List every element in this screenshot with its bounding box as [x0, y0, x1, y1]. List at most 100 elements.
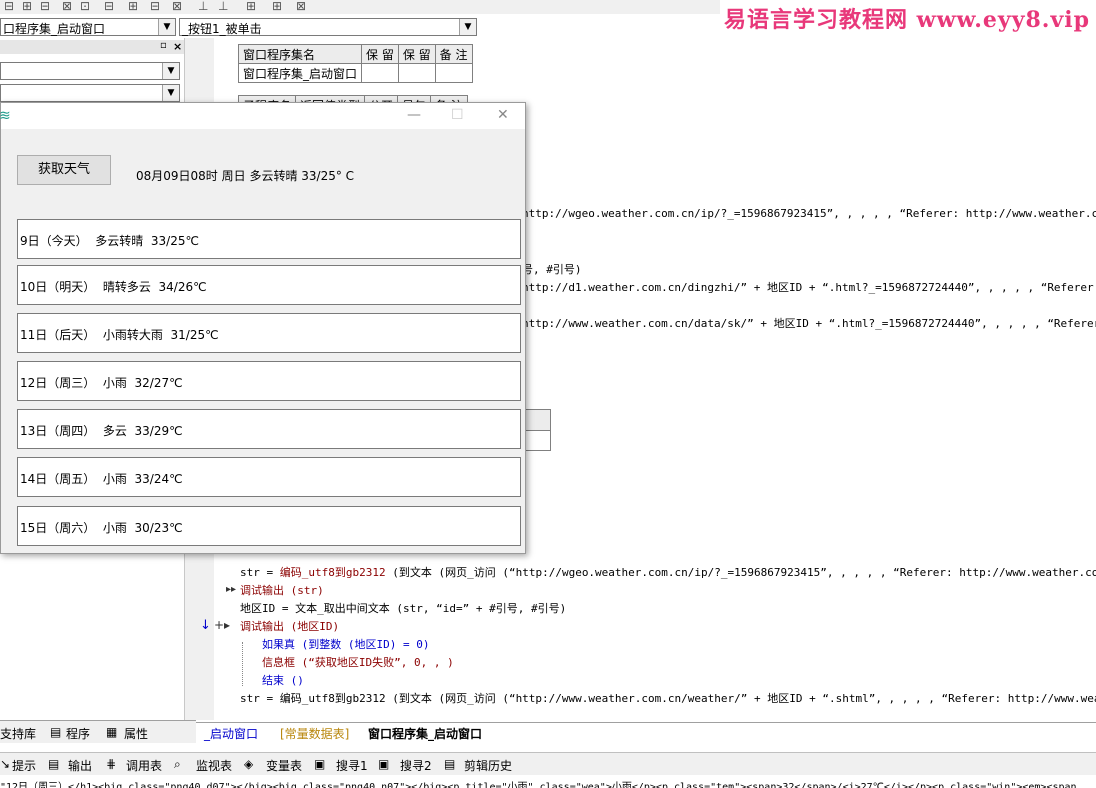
code-line[interactable]: 号, #引号) — [522, 261, 582, 277]
code-line[interactable]: 调试输出 (地区ID) — [240, 618, 339, 634]
weather-window-titlebar[interactable]: ≋ — ☐ ✕ — [0, 103, 525, 129]
forecast-box[interactable]: 10日（明天） 晴转多云 34/26℃ — [17, 265, 521, 305]
code-line[interactable]: str = 编码_utf8到gb2312 (到文本 (网页_访问 (“http:… — [240, 690, 1096, 706]
module-table: 窗口程序集名 保 留 保 留 备 注 窗口程序集_启动窗口 — [237, 44, 473, 83]
tab-program[interactable]: 程序 — [66, 725, 90, 742]
tab-output[interactable]: 输出 — [68, 757, 92, 774]
output-text: "12日（周三）</h1><big class="png40 d07"></bi… — [0, 782, 1077, 788]
align-bottom-icon[interactable]: ⊟ — [104, 0, 114, 12]
code-token: 编码_utf8到gb2312 — [279, 566, 386, 579]
tab-constants[interactable]: [常量数据表] — [280, 725, 349, 742]
tab-module[interactable]: 窗口程序集_启动窗口 — [368, 725, 482, 742]
code-line[interactable]: http://d1.weather.com.cn/dingzhi/” + 地区I… — [522, 279, 1096, 295]
code-line[interactable]: 地区ID = 文本_取出中间文本 (str, “id=” + #引号, #引号) — [240, 600, 566, 616]
calltable-icon: ⋕ — [106, 757, 117, 771]
table-cell[interactable]: 窗口程序集_启动窗口 — [237, 63, 363, 83]
left-tabs: 支持库 ▤ 程序 ▦ 属性 — [0, 720, 196, 743]
code-line[interactable]: str = 编码_utf8到gb2312 (到文本 (网页_访问 (“http:… — [240, 564, 1096, 580]
table-header: 保 留 — [397, 44, 436, 64]
left-combo-2[interactable]: ▼ — [0, 84, 180, 102]
align-left-icon[interactable]: ⊟ — [4, 0, 14, 12]
toolbar: ⊟ ⊞ ⊟ ⊠ ⊡ ⊟ ⊞ ⊟ ⊠ ⊥ ⊥ ⊞ ⊞ ⊠ — [0, 0, 720, 14]
left-panel-title: ▫ × — [0, 40, 184, 54]
chevron-down-icon[interactable]: ▼ — [158, 19, 175, 35]
chevron-down-icon[interactable]: ▼ — [459, 19, 476, 35]
tab-hint[interactable]: 提示 — [12, 757, 36, 774]
watch-icon: ⌕ — [174, 757, 181, 771]
tab-property[interactable]: 属性 — [124, 725, 148, 742]
maximize-icon[interactable]: ☐ — [451, 107, 464, 123]
align-top-icon[interactable]: ⊠ — [62, 0, 72, 12]
table-cell[interactable] — [361, 63, 399, 83]
tab-variables[interactable]: 变量表 — [266, 757, 302, 774]
grid-icon[interactable]: ⊠ — [296, 0, 306, 12]
forecast-box[interactable]: 15日（周六） 小雨 30/23℃ — [17, 506, 521, 546]
tab-support-lib[interactable]: 支持库 — [0, 725, 36, 742]
hspace-icon[interactable]: ⊠ — [172, 0, 182, 12]
down-arrow-icon: ↓ — [200, 618, 211, 633]
forecast-box[interactable]: 13日（周四） 多云 33/29℃ — [17, 409, 521, 449]
same-height-icon[interactable]: ⊟ — [150, 0, 160, 12]
forecast-text: 9日（今天） 多云转晴 33/25℃ — [20, 234, 199, 248]
program-icon: ▤ — [50, 725, 62, 739]
center-v-icon[interactable]: ⊞ — [272, 0, 282, 12]
forecast-box[interactable]: 9日（今天） 多云转晴 33/25℃ — [17, 219, 521, 259]
search1-icon: ▣ — [314, 757, 326, 771]
forecast-text: 14日（周五） 小雨 33/24℃ — [20, 472, 183, 486]
vspace-icon[interactable]: ⊥ — [198, 0, 208, 12]
forecast-text: 15日（周六） 小雨 30/23℃ — [20, 521, 183, 535]
code-line[interactable]: 调试输出 (str) — [240, 582, 324, 598]
tab-clip-history[interactable]: 剪辑历史 — [464, 757, 512, 774]
current-weather-label: 08月09日08时 周日 多云转晴 33/25° C — [136, 169, 355, 183]
close-icon[interactable]: × — [173, 40, 182, 53]
output-icon: ▤ — [48, 757, 60, 771]
center-h-icon[interactable]: ⊞ — [246, 0, 256, 12]
chevron-down-icon[interactable]: ▼ — [162, 85, 179, 101]
code-line[interactable]: 如果真 (到整数 (地区ID) = 0) — [262, 636, 429, 652]
editor-tabs: _启动窗口 [常量数据表] 窗口程序集_启动窗口 — [196, 722, 1096, 743]
table-cell[interactable] — [434, 63, 473, 83]
align-right-icon[interactable]: ⊟ — [40, 0, 50, 12]
bring-icon[interactable]: ⊥ — [218, 0, 228, 12]
forecast-box[interactable]: 14日（周五） 小雨 33/24℃ — [17, 457, 521, 497]
table-fragment — [526, 409, 551, 451]
code-line[interactable]: 信息框 (“获取地区ID失败”, 0, , ) — [262, 654, 454, 670]
code-line[interactable]: 结束 () — [262, 672, 304, 688]
code-line[interactable]: http://www.weather.com.cn/data/sk/” + 地区… — [522, 315, 1096, 331]
site-watermark: 易语言学习教程网 www.eyy8.vip — [724, 7, 1090, 33]
minimize-icon[interactable]: — — [407, 107, 421, 123]
align-middle-icon[interactable]: ⊡ — [80, 0, 90, 12]
code-token: (到文本 (网页_访问 (“http://wgeo.weather.com.cn… — [385, 566, 1096, 579]
tab-watch[interactable]: 监视表 — [196, 757, 232, 774]
forecast-text: 11日（后天） 小雨转大雨 31/25℃ — [20, 328, 219, 342]
align-center-icon[interactable]: ⊞ — [22, 0, 32, 12]
breakpoint-arrow-icon: ▸▸ — [226, 584, 237, 595]
tab-search2[interactable]: 搜寻2 — [400, 757, 432, 774]
tab-call-table[interactable]: 调用表 — [126, 757, 162, 774]
same-width-icon[interactable]: ⊞ — [128, 0, 138, 12]
forecast-box[interactable]: 12日（周三） 小雨 32/27℃ — [17, 361, 521, 401]
tab-search1[interactable]: 搜寻1 — [336, 757, 368, 774]
clipboard-icon: ▤ — [444, 757, 456, 771]
table-cell[interactable] — [397, 63, 436, 83]
forecast-text: 10日（明天） 晴转多云 34/26℃ — [20, 280, 207, 294]
event-combo[interactable]: _按钮1_被单击 ▼ — [179, 18, 477, 36]
forecast-text: 13日（周四） 多云 33/29℃ — [20, 424, 183, 438]
close-icon[interactable]: ✕ — [497, 107, 509, 123]
get-weather-button[interactable]: 获取天气 — [17, 155, 111, 185]
left-combo-1[interactable]: ▼ — [0, 62, 180, 80]
module-combo[interactable]: 口程序集_启动窗口 ▼ — [0, 18, 176, 36]
chevron-down-icon[interactable]: ▼ — [162, 63, 179, 79]
tab-startup-window[interactable]: _启动窗口 — [204, 725, 258, 742]
restore-icon[interactable]: ▫ — [160, 40, 167, 51]
code-token: str = — [240, 566, 280, 579]
module-combo-value: 口程序集_启动窗口 — [3, 22, 106, 36]
table-header: 备 注 — [434, 44, 473, 64]
app-icon: ≋ — [0, 108, 11, 124]
table-header: 窗口程序集名 — [237, 44, 363, 64]
variables-icon: ◈ — [244, 757, 254, 771]
code-line[interactable]: http://wgeo.weather.com.cn/ip/?_=1596867… — [522, 207, 1096, 220]
forecast-box[interactable]: 11日（后天） 小雨转大雨 31/25℃ — [17, 313, 521, 353]
search2-icon: ▣ — [378, 757, 390, 771]
event-combo-value: _按钮1_被单击 — [182, 22, 262, 36]
